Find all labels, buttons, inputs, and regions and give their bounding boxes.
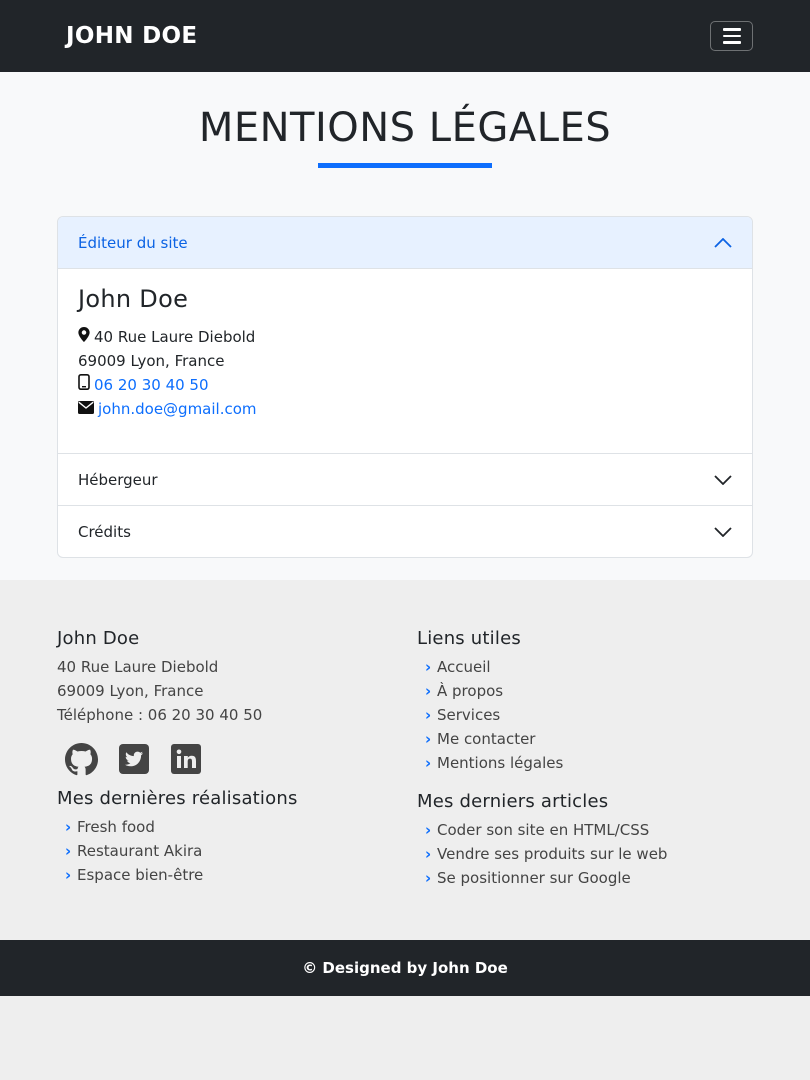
github-icon[interactable] — [65, 743, 98, 776]
copyright-bar: © Designed by John Doe — [0, 940, 810, 996]
chevron-right-icon: › — [65, 842, 72, 860]
footer-link-services[interactable]: › Services — [417, 703, 753, 727]
accordion-header-editor[interactable]: Éditeur du site — [58, 217, 752, 269]
footer: John Doe 40 Rue Laure Diebold 69009 Lyon… — [0, 580, 810, 940]
footer-phone: Téléphone : 06 20 30 40 50 — [57, 706, 263, 724]
chevron-right-icon: › — [425, 706, 432, 724]
editor-city: 69009 Lyon, France — [78, 352, 225, 370]
brand-logo[interactable]: JOHN DOE — [66, 23, 197, 49]
map-marker-icon — [78, 325, 90, 349]
mobile-phone-icon — [78, 373, 90, 397]
editor-name: John Doe — [78, 285, 189, 313]
copyright-text: © Designed by John Doe — [302, 959, 508, 977]
chevron-right-icon: › — [425, 754, 432, 772]
editor-email: john.doe@gmail.com — [78, 397, 732, 421]
footer-link-contact[interactable]: › Me contacter — [417, 727, 753, 751]
work-link[interactable]: › Restaurant Akira — [57, 839, 417, 863]
editor-phone: 06 20 30 40 50 — [78, 373, 732, 397]
twitter-icon[interactable] — [118, 743, 150, 776]
footer-contact-title: John Doe — [57, 628, 140, 649]
accordion-header-label: Crédits — [78, 522, 131, 541]
footer-links-column: Liens utiles › Accueil › À propos › Service… — [417, 628, 753, 940]
chevron-right-icon: › — [65, 818, 72, 836]
footer-link-legal[interactable]: › Mentions légales — [417, 751, 753, 775]
accordion-header-label: Hébergeur — [78, 470, 158, 489]
main-content: MENTIONS LÉGALES Éditeur du site John Do… — [0, 72, 810, 580]
chevron-right-icon: › — [425, 845, 432, 863]
chevron-down-icon — [714, 526, 732, 537]
chevron-right-icon: › — [425, 682, 432, 700]
title-underline — [318, 163, 492, 168]
footer-articles: Mes derniers articles › Coder son site en… — [417, 791, 753, 890]
footer-works-title: Mes dernières réalisations — [57, 788, 298, 809]
footer-contact: John Doe 40 Rue Laure Diebold 69009 Lyon… — [57, 628, 417, 940]
hamburger-icon — [722, 28, 741, 31]
accordion-header-label: Éditeur du site — [78, 233, 188, 252]
linkedin-icon[interactable] — [170, 743, 202, 776]
accordion-body-editor: John Doe 40 Rue Laure Diebold 69009 Lyon… — [58, 269, 752, 453]
accordion-header-host[interactable]: Hébergeur — [58, 453, 752, 505]
footer-link-about[interactable]: › À propos — [417, 679, 753, 703]
editor-address: 40 Rue Laure Diebold — [78, 325, 732, 349]
footer-address: 40 Rue Laure Diebold — [57, 658, 219, 676]
article-link[interactable]: › Coder son site en HTML/CSS — [417, 818, 753, 842]
article-link[interactable]: › Vendre ses produits sur le web — [417, 842, 753, 866]
chevron-right-icon: › — [65, 866, 72, 884]
work-link[interactable]: › Espace bien-être — [57, 863, 417, 887]
footer-link-home[interactable]: › Accueil — [417, 655, 753, 679]
hamburger-menu-button[interactable] — [710, 21, 753, 51]
chevron-right-icon: › — [425, 730, 432, 748]
footer-links-title: Liens utiles — [417, 628, 521, 649]
navbar: JOHN DOE — [0, 0, 810, 72]
social-links — [57, 727, 417, 776]
chevron-right-icon: › — [425, 869, 432, 887]
chevron-down-icon — [714, 474, 732, 485]
footer-city: 69009 Lyon, France — [57, 682, 204, 700]
phone-link[interactable]: 06 20 30 40 50 — [94, 373, 209, 397]
chevron-up-icon — [714, 237, 732, 248]
footer-articles-title: Mes derniers articles — [417, 791, 609, 812]
page-title: MENTIONS LÉGALES — [198, 105, 612, 151]
email-link[interactable]: john.doe@gmail.com — [98, 397, 257, 421]
chevron-right-icon: › — [425, 821, 432, 839]
chevron-right-icon: › — [425, 658, 432, 676]
article-link[interactable]: › Se positionner sur Google — [417, 866, 753, 890]
legal-accordion: Éditeur du site John Doe 40 Rue Laure Di… — [57, 216, 753, 558]
work-link[interactable]: › Fresh food — [57, 815, 417, 839]
accordion-header-credits[interactable]: Crédits — [58, 505, 752, 557]
envelope-icon — [78, 397, 94, 421]
footer-works: Mes dernières réalisations › Fresh food ›… — [57, 788, 417, 887]
